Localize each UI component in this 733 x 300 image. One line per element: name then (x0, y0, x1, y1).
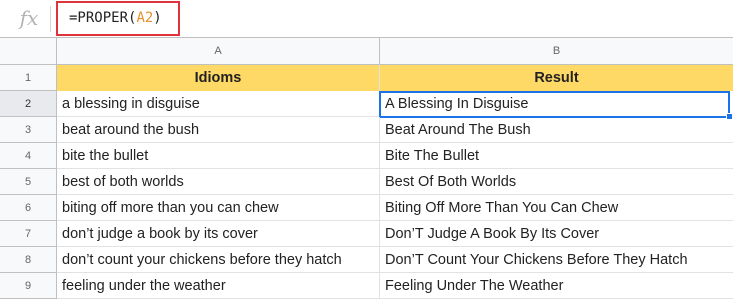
row-header[interactable]: 8 (0, 247, 57, 273)
cell-a7[interactable]: don’t judge a book by its cover (57, 221, 380, 247)
cell-b1[interactable]: Result (380, 65, 733, 91)
column-header-b[interactable]: B (380, 38, 733, 65)
cell-a2[interactable]: a blessing in disguise (57, 91, 380, 117)
table-row: 7 don’t judge a book by its cover Don’T … (0, 221, 733, 247)
table-row: 6 biting off more than you can chew Biti… (0, 195, 733, 221)
cell-a6[interactable]: biting off more than you can chew (57, 195, 380, 221)
cell-a9[interactable]: feeling under the weather (57, 273, 380, 299)
row-header[interactable]: 6 (0, 195, 57, 221)
table-row: 4 bite the bullet Bite The Bullet (0, 143, 733, 169)
formula-function: =PROPER( (69, 10, 137, 26)
row-header[interactable]: 2 (0, 91, 57, 117)
fx-icon: fx (19, 6, 39, 30)
cell-b4[interactable]: Bite The Bullet (380, 143, 733, 169)
row-header[interactable]: 3 (0, 117, 57, 143)
cell-b9[interactable]: Feeling Under The Weather (380, 273, 733, 299)
row-header[interactable]: 7 (0, 221, 57, 247)
cell-a4[interactable]: bite the bullet (57, 143, 380, 169)
table-row: 3 beat around the bush Beat Around The B… (0, 117, 733, 143)
formula-input[interactable]: =PROPER(A2) (56, 1, 180, 36)
cell-a3[interactable]: beat around the bush (57, 117, 380, 143)
column-header-a[interactable]: A (57, 38, 380, 65)
cell-b8[interactable]: Don’T Count Your Chickens Before They Ha… (380, 247, 733, 273)
cell-a1[interactable]: Idioms (57, 65, 380, 91)
cell-b7[interactable]: Don’T Judge A Book By Its Cover (380, 221, 733, 247)
cell-b3[interactable]: Beat Around The Bush (380, 117, 733, 143)
cell-b5[interactable]: Best Of Both Worlds (380, 169, 733, 195)
row-header[interactable]: 1 (0, 65, 57, 91)
table-row: 9 feeling under the weather Feeling Unde… (0, 273, 733, 299)
formula-close-paren: ) (153, 10, 162, 26)
table-row: 5 best of both worlds Best Of Both World… (0, 169, 733, 195)
spreadsheet-grid: A B 1 Idioms Result 2 a blessing in disg… (0, 38, 733, 300)
formula-bar-divider (50, 6, 51, 32)
cell-b6[interactable]: Biting Off More Than You Can Chew (380, 195, 733, 221)
row-header[interactable]: 5 (0, 169, 57, 195)
table-row: 2 a blessing in disguise A Blessing In D… (0, 91, 733, 120)
formula-reference: A2 (136, 10, 154, 26)
select-all-corner[interactable] (0, 38, 57, 65)
table-row: 8 don’t count your chickens before they … (0, 247, 733, 273)
row-header[interactable]: 9 (0, 273, 57, 299)
formula-bar: fx =PROPER(A2) (0, 0, 733, 38)
row-header[interactable]: 4 (0, 143, 57, 169)
table-row: 1 Idioms Result (0, 65, 733, 91)
cell-a8[interactable]: don’t count your chickens before they ha… (57, 247, 380, 273)
cell-a5[interactable]: best of both worlds (57, 169, 380, 195)
cell-b2[interactable]: A Blessing In Disguise (380, 91, 733, 117)
